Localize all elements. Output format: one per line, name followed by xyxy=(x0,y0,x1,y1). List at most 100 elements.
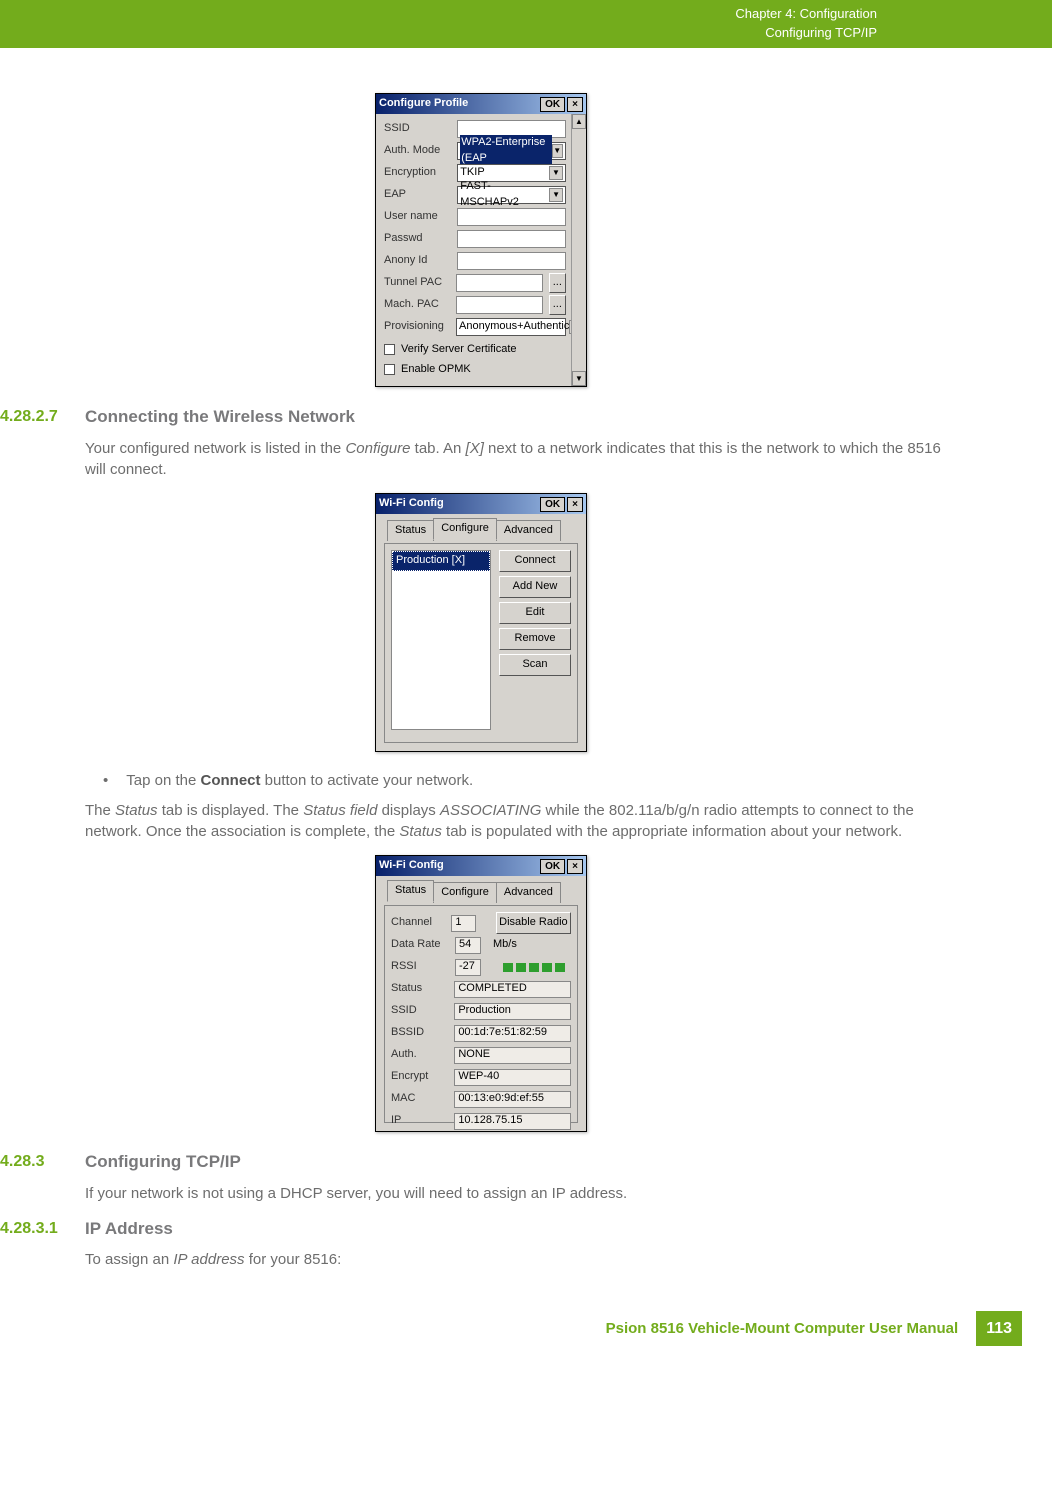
close-button[interactable]: × xyxy=(567,97,583,112)
header-section: Configuring TCP/IP xyxy=(735,24,877,43)
edit-button[interactable]: Edit xyxy=(499,602,571,624)
provisioning-select[interactable]: Anonymous+Authentic▼ xyxy=(456,318,566,336)
dialog-title: Configure Profile xyxy=(379,96,468,112)
body-paragraph: Your configured network is listed in the… xyxy=(85,438,962,482)
connect-button[interactable]: Connect xyxy=(499,550,571,572)
signal-strength-icon xyxy=(503,963,565,972)
channel-label: Channel xyxy=(391,915,445,931)
username-input[interactable] xyxy=(457,208,566,226)
mach-pac-label: Mach. PAC xyxy=(384,297,450,313)
header-chapter: Chapter 4: Configuration xyxy=(735,5,877,24)
close-button[interactable]: × xyxy=(567,859,583,874)
tab-status[interactable]: Status xyxy=(387,880,434,902)
anony-id-label: Anony Id xyxy=(384,253,451,269)
data-rate-label: Data Rate xyxy=(391,937,449,953)
tab-configure[interactable]: Configure xyxy=(433,518,497,540)
data-rate-unit: Mb/s xyxy=(487,937,517,953)
enable-opmk-checkbox[interactable]: Enable OPMK xyxy=(384,362,566,378)
ok-button[interactable]: OK xyxy=(540,97,565,112)
ok-button[interactable]: OK xyxy=(540,497,565,512)
eap-select[interactable]: FAST-MSCHAPv2▼ xyxy=(457,186,566,204)
status-value: COMPLETED xyxy=(454,981,571,998)
wifi-config-status-dialog: Wi-Fi Config OK × Status Configure Advan… xyxy=(375,855,587,1132)
encrypt-label: Encrypt xyxy=(391,1069,448,1085)
auth-value: NONE xyxy=(454,1047,571,1064)
body-paragraph: The Status tab is displayed. The Status … xyxy=(85,800,962,844)
username-label: User name xyxy=(384,209,451,225)
titlebar: Configure Profile OK × xyxy=(376,94,586,114)
rssi-value: -27 xyxy=(455,959,481,976)
mach-pac-input[interactable] xyxy=(456,296,543,314)
remove-button[interactable]: Remove xyxy=(499,628,571,650)
encryption-label: Encryption xyxy=(384,165,451,181)
titlebar: Wi-Fi Config OK × xyxy=(376,494,586,514)
ok-button[interactable]: OK xyxy=(540,859,565,874)
tab-advanced[interactable]: Advanced xyxy=(496,520,561,541)
checkbox-icon xyxy=(384,344,395,355)
tab-row: Status Configure Advanced xyxy=(384,880,578,901)
bssid-label: BSSID xyxy=(391,1025,448,1041)
mac-label: MAC xyxy=(391,1091,448,1107)
tab-row: Status Configure Advanced xyxy=(384,518,578,539)
scan-button[interactable]: Scan xyxy=(499,654,571,676)
passwd-input[interactable] xyxy=(457,230,566,248)
auth-mode-label: Auth. Mode xyxy=(384,143,451,159)
bullet-item: • Tap on the Connect button to activate … xyxy=(103,770,962,792)
scroll-down-icon[interactable]: ▼ xyxy=(572,371,586,386)
section-number: 4.28.2.7 xyxy=(0,405,85,428)
tunnel-pac-browse-button[interactable]: ... xyxy=(549,273,566,293)
verify-server-cert-checkbox[interactable]: Verify Server Certificate xyxy=(384,342,566,358)
bssid-value: 00:1d:7e:51:82:59 xyxy=(454,1025,571,1042)
rssi-label: RSSI xyxy=(391,959,449,975)
passwd-label: Passwd xyxy=(384,231,451,247)
ssid-label: SSID xyxy=(391,1003,448,1019)
body-paragraph: If your network is not using a DHCP serv… xyxy=(85,1183,962,1205)
body-paragraph: To assign an IP address for your 8516: xyxy=(85,1249,962,1271)
network-list[interactable]: Production [X] xyxy=(391,550,491,730)
add-new-button[interactable]: Add New xyxy=(499,576,571,598)
section-title: Configuring TCP/IP xyxy=(85,1150,241,1175)
tab-status[interactable]: Status xyxy=(387,520,434,541)
page-footer: Psion 8516 Vehicle-Mount Computer User M… xyxy=(0,1311,1052,1381)
checkbox-icon xyxy=(384,364,395,375)
section-number: 4.28.3 xyxy=(0,1150,85,1173)
disable-radio-button[interactable]: Disable Radio xyxy=(496,912,571,934)
status-label: Status xyxy=(391,981,448,997)
mach-pac-browse-button[interactable]: ... xyxy=(549,295,566,315)
section-title: IP Address xyxy=(85,1217,173,1242)
encrypt-value: WEP-40 xyxy=(454,1069,571,1086)
dialog-title: Wi-Fi Config xyxy=(379,496,444,512)
anony-id-input[interactable] xyxy=(457,252,566,270)
configure-profile-dialog: Configure Profile OK × SSID Auth. Mode WP… xyxy=(375,93,587,387)
ssid-value: Production xyxy=(454,1003,571,1020)
chevron-down-icon: ▼ xyxy=(549,166,563,180)
tunnel-pac-input[interactable] xyxy=(456,274,543,292)
auth-label: Auth. xyxy=(391,1047,448,1063)
page-number: 113 xyxy=(976,1311,1022,1346)
dialog-title: Wi-Fi Config xyxy=(379,858,444,874)
section-number: 4.28.3.1 xyxy=(0,1217,85,1240)
mac-value: 00:13:e0:9d:ef:55 xyxy=(454,1091,571,1108)
titlebar: Wi-Fi Config OK × xyxy=(376,856,586,876)
chevron-down-icon: ▼ xyxy=(549,188,563,202)
scrollbar[interactable]: ▲ ▼ xyxy=(571,114,586,386)
tunnel-pac-label: Tunnel PAC xyxy=(384,275,450,291)
section-title: Connecting the Wireless Network xyxy=(85,405,355,430)
auth-mode-select[interactable]: WPA2-Enterprise (EAP▼ xyxy=(457,142,566,160)
manual-title: Psion 8516 Vehicle-Mount Computer User M… xyxy=(606,1318,959,1340)
page-header: Chapter 4: Configuration Configuring TCP… xyxy=(0,0,1052,48)
provisioning-label: Provisioning xyxy=(384,319,450,335)
ssid-label: SSID xyxy=(384,121,451,137)
ip-label: IP xyxy=(391,1113,448,1129)
chevron-down-icon: ▼ xyxy=(552,144,564,158)
wifi-config-configure-dialog: Wi-Fi Config OK × Status Configure Advan… xyxy=(375,493,587,752)
scroll-up-icon[interactable]: ▲ xyxy=(572,114,586,129)
bullet-icon: • xyxy=(103,770,108,792)
data-rate-value: 54 xyxy=(455,937,481,954)
tab-advanced[interactable]: Advanced xyxy=(496,882,561,903)
close-button[interactable]: × xyxy=(567,497,583,512)
ip-value: 10.128.75.15 xyxy=(454,1113,571,1130)
tab-configure[interactable]: Configure xyxy=(433,882,497,903)
network-item[interactable]: Production [X] xyxy=(392,551,490,571)
channel-value: 1 xyxy=(451,915,476,932)
